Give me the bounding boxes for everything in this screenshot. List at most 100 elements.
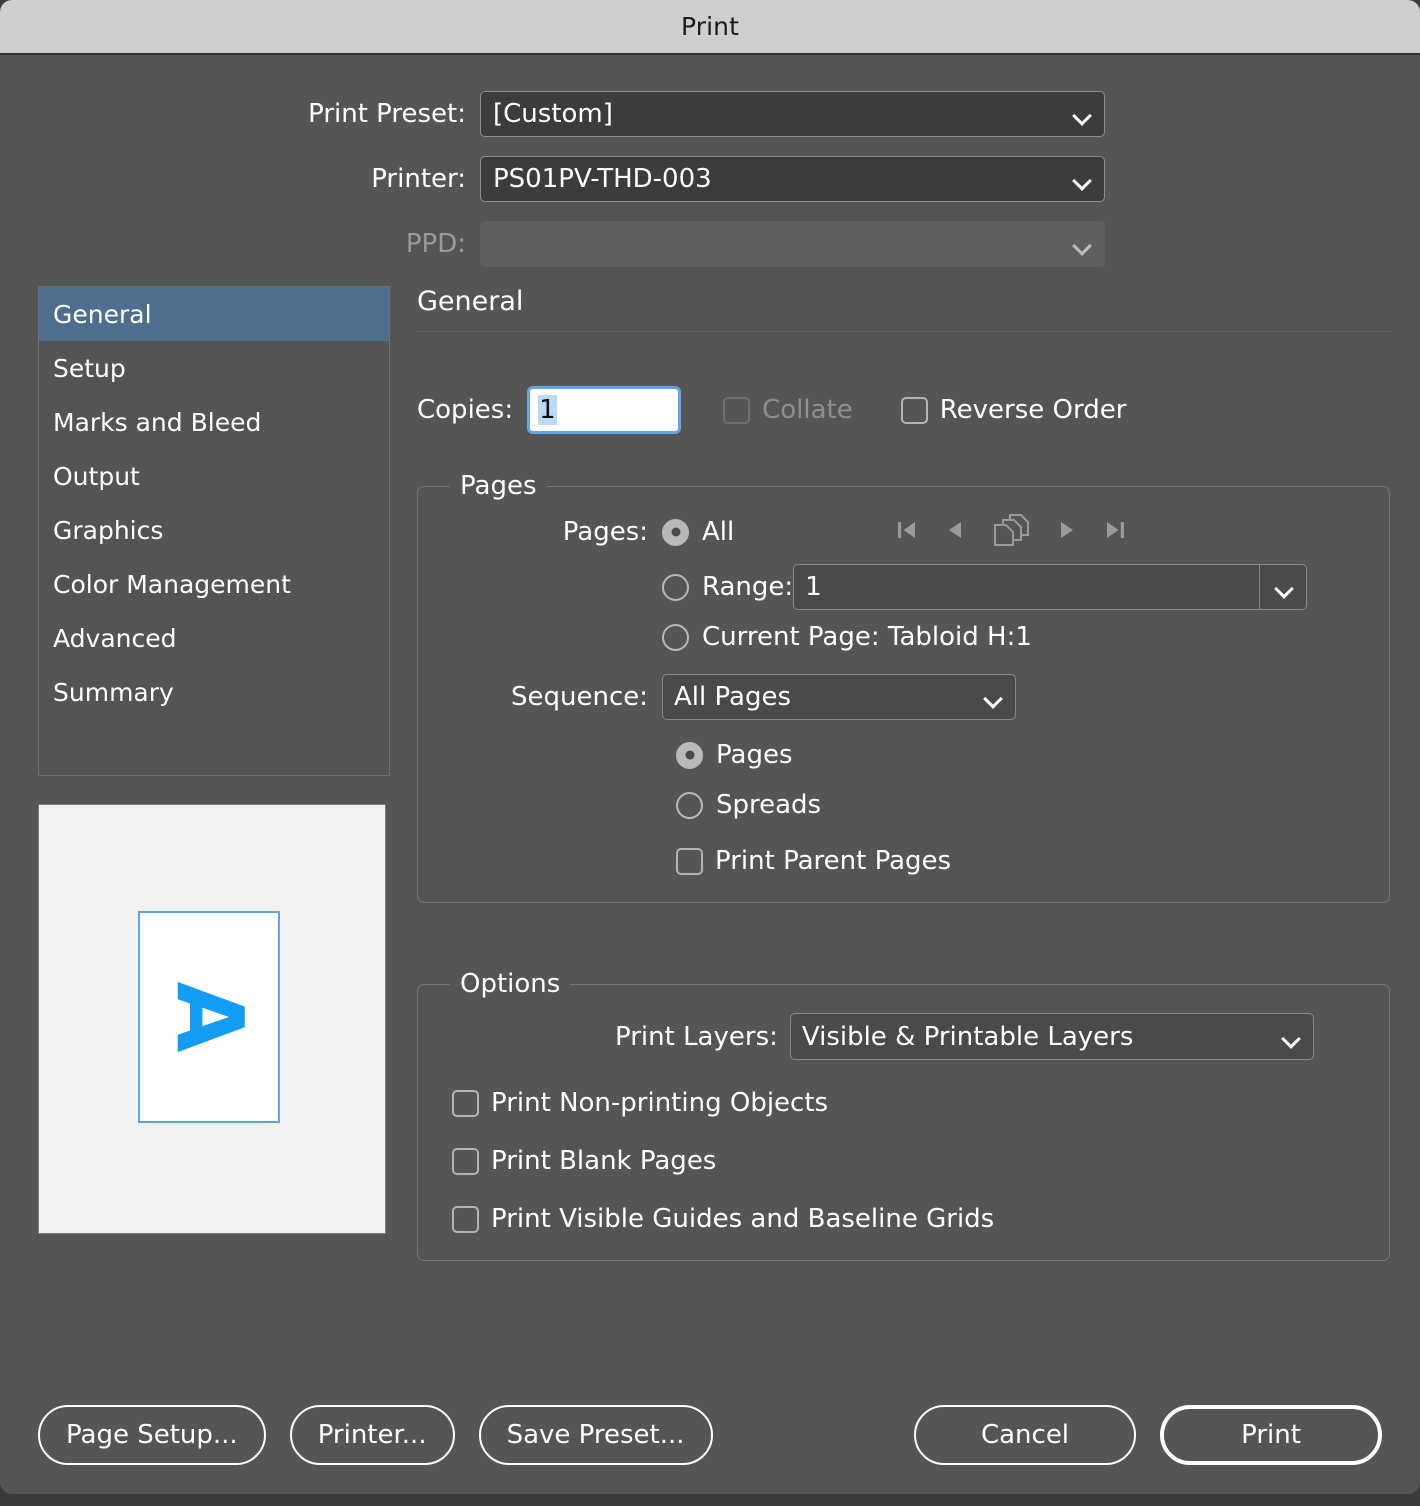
print-preset-value: [Custom] xyxy=(493,99,613,129)
sequence-label: Sequence: xyxy=(510,682,648,712)
ppd-row: PPD: xyxy=(0,221,1420,267)
chevron-down-icon xyxy=(1074,109,1091,119)
print-preset-row: Print Preset: [Custom] xyxy=(0,91,1420,137)
collate-label: Collate xyxy=(762,395,853,425)
radio-range[interactable] xyxy=(662,573,689,601)
checkbox-icon xyxy=(452,1089,479,1117)
sequence-row: Sequence: All Pages xyxy=(440,674,1367,720)
settings-nav-list: General Setup Marks and Bleed Output Gra… xyxy=(38,286,390,776)
current-page-label: Current Page: Tabloid H:1 xyxy=(702,622,1032,652)
chevron-down-icon xyxy=(985,692,1002,702)
sidebar-item-label: Summary xyxy=(53,677,174,707)
copies-input[interactable]: 1 xyxy=(527,386,682,434)
sidebar-item-advanced[interactable]: Advanced xyxy=(39,611,389,665)
preview-glyph: A xyxy=(156,981,263,1053)
footer-primary-actions: Cancel Print xyxy=(914,1405,1382,1465)
print-blank-pages-row[interactable]: Print Blank Pages xyxy=(452,1146,1367,1176)
sidebar-item-graphics[interactable]: Graphics xyxy=(39,503,389,557)
print-nonprinting-objects-label: Print Non-printing Objects xyxy=(491,1088,829,1118)
sidebar-item-color-management[interactable]: Color Management xyxy=(39,557,389,611)
checkbox-icon xyxy=(723,396,751,424)
print-nonprinting-objects-row[interactable]: Print Non-printing Objects xyxy=(452,1088,1367,1118)
sidebar-item-general[interactable]: General xyxy=(39,287,389,341)
radio-current-page[interactable] xyxy=(662,623,689,651)
copies-value: 1 xyxy=(538,395,557,425)
sidebar-item-label: Graphics xyxy=(53,515,164,545)
radio-all[interactable] xyxy=(662,518,689,546)
copies-row: Copies: 1 Collate Reverse Order xyxy=(417,386,1390,434)
chevron-down-icon xyxy=(1074,239,1091,249)
radio-pages[interactable] xyxy=(676,741,703,769)
chevron-down-icon xyxy=(1283,1032,1300,1042)
pages-range-label: Range: xyxy=(702,572,794,602)
print-dialog: Print Print Preset: [Custom] Printer: PS… xyxy=(0,0,1420,1494)
spreads-radio-label: Spreads xyxy=(716,790,822,820)
sidebar-item-output[interactable]: Output xyxy=(39,449,389,503)
next-page-icon[interactable] xyxy=(1054,517,1080,547)
sidebar-column: General Setup Marks and Bleed Output Gra… xyxy=(38,286,390,1261)
reverse-order-label: Reverse Order xyxy=(939,395,1127,425)
panel-title: General xyxy=(417,286,1390,332)
spreads-radio-row: Spreads xyxy=(676,790,1367,820)
save-preset-button[interactable]: Save Preset... xyxy=(478,1405,713,1465)
print-visible-guides-label: Print Visible Guides and Baseline Grids xyxy=(491,1204,995,1234)
pages-range-row: Range: 1 xyxy=(440,564,1367,610)
pages-radio-row: Pages xyxy=(676,740,1367,770)
page-navigation-controls xyxy=(894,513,1128,551)
collate-checkbox: Collate xyxy=(723,395,853,425)
sequence-select[interactable]: All Pages xyxy=(662,674,1016,720)
reverse-order-checkbox[interactable]: Reverse Order xyxy=(900,395,1127,425)
copies-label: Copies: xyxy=(417,395,514,425)
top-form-rows: Print Preset: [Custom] Printer: PS01PV-T… xyxy=(0,55,1420,267)
range-field[interactable]: 1 xyxy=(793,564,1308,610)
print-layers-select[interactable]: Visible & Printable Layers xyxy=(789,1013,1314,1060)
sidebar-item-label: Marks and Bleed xyxy=(53,407,262,437)
page-setup-button[interactable]: Page Setup... xyxy=(38,1405,266,1465)
pages-radio-label: Pages xyxy=(716,740,793,770)
previous-page-icon[interactable] xyxy=(942,517,968,547)
sequence-value: All Pages xyxy=(674,682,791,712)
sidebar-item-label: Output xyxy=(53,461,140,491)
sidebar-item-setup[interactable]: Setup xyxy=(39,341,389,395)
sidebar-item-marks-and-bleed[interactable]: Marks and Bleed xyxy=(39,395,389,449)
options-group: Options Print Layers: Visible & Printabl… xyxy=(417,969,1390,1261)
print-preset-select[interactable]: [Custom] xyxy=(480,91,1105,137)
printer-row: Printer: PS01PV-THD-003 xyxy=(0,156,1420,202)
print-preset-label: Print Preset: xyxy=(308,99,466,129)
sidebar-item-label: Color Management xyxy=(53,569,291,599)
cancel-button[interactable]: Cancel xyxy=(914,1405,1136,1465)
pages-label: Pages: xyxy=(562,517,648,547)
print-preview[interactable]: A xyxy=(38,804,386,1234)
sidebar-item-label: Advanced xyxy=(53,623,177,653)
printer-value: PS01PV-THD-003 xyxy=(493,164,712,194)
pages-all-label: All xyxy=(702,517,735,547)
print-blank-pages-label: Print Blank Pages xyxy=(491,1146,717,1176)
first-page-icon[interactable] xyxy=(894,517,920,547)
print-layers-row: Print Layers: Visible & Printable Layers xyxy=(440,1013,1367,1060)
print-parent-pages-label: Print Parent Pages xyxy=(715,846,952,876)
chevron-down-icon xyxy=(1074,174,1091,184)
settings-panel: General Copies: 1 Collate Reverse Order … xyxy=(390,286,1420,1261)
checkbox-icon xyxy=(900,396,928,424)
last-page-icon[interactable] xyxy=(1102,517,1128,547)
preview-page: A xyxy=(138,911,280,1123)
checkbox-icon xyxy=(452,1205,479,1233)
pages-group: Pages Pages: All Range: 1 Current Page: … xyxy=(417,471,1390,903)
printer-button[interactable]: Printer... xyxy=(289,1405,455,1465)
print-button[interactable]: Print xyxy=(1160,1405,1382,1465)
printer-label: Printer: xyxy=(371,164,466,194)
sidebar-item-label: Setup xyxy=(53,353,126,383)
printer-select[interactable]: PS01PV-THD-003 xyxy=(480,156,1105,202)
page-spread-icon[interactable] xyxy=(990,513,1032,551)
radio-spreads[interactable] xyxy=(676,791,703,819)
sidebar-item-summary[interactable]: Summary xyxy=(39,665,389,719)
print-visible-guides-row[interactable]: Print Visible Guides and Baseline Grids xyxy=(452,1204,1367,1234)
range-value[interactable]: 1 xyxy=(794,565,1261,609)
range-dropdown-button[interactable] xyxy=(1260,565,1307,609)
checkbox-icon xyxy=(452,1147,479,1175)
checkbox-icon[interactable] xyxy=(676,847,703,875)
print-layers-label: Print Layers: xyxy=(615,1021,778,1052)
desktop-background-strip xyxy=(0,1494,1420,1506)
print-layers-value: Visible & Printable Layers xyxy=(801,1021,1134,1052)
ppd-select xyxy=(480,221,1105,267)
